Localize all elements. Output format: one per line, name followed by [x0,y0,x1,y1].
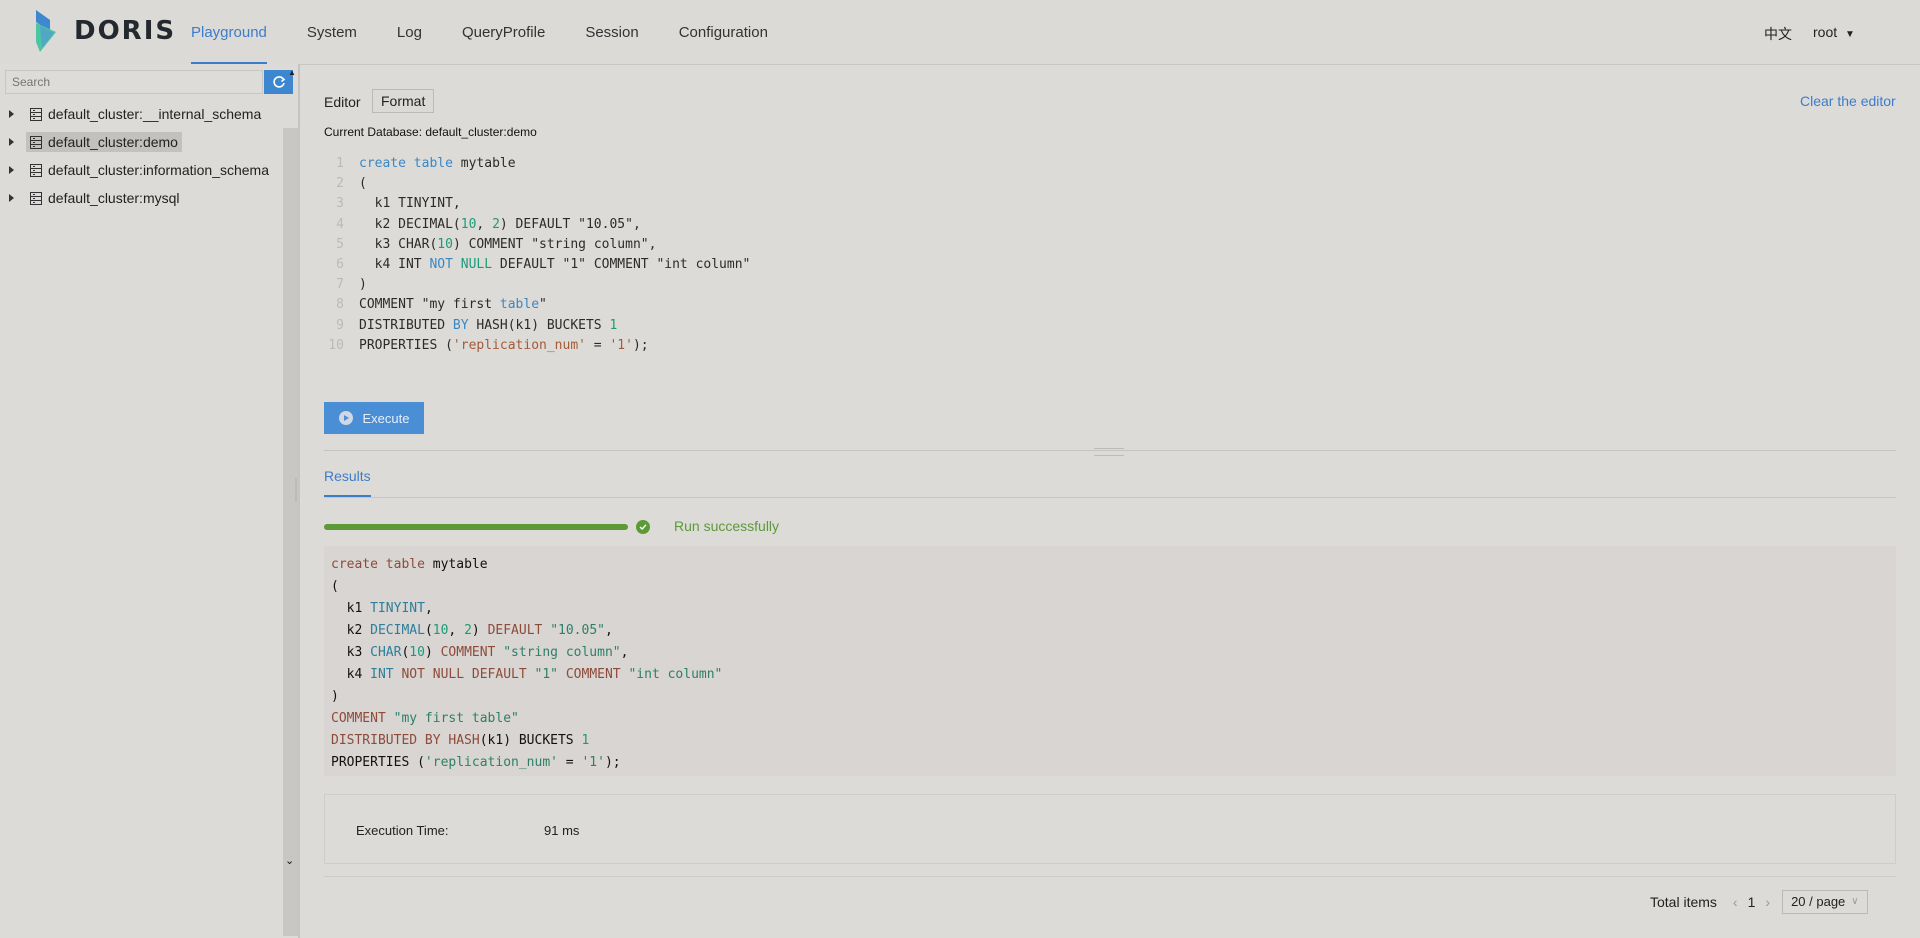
total-items-label: Total items [1650,894,1717,910]
scroll-up-icon[interactable]: ▲ [288,68,296,77]
code-line: 5 k3 CHAR(10) COMMENT "string column", [336,236,657,252]
code-line: 4 k2 DECIMAL(10, 2) DEFAULT "10.05", [336,216,641,232]
expand-caret-icon[interactable] [9,138,14,146]
format-button[interactable]: Format [372,89,435,113]
execution-time-label: Execution Time: [356,823,449,838]
execution-time-value: 91 ms [544,823,580,838]
tree-item-mysql[interactable]: default_cluster:mysql [0,184,283,212]
database-tree: default_cluster:__internal_schema defaul… [0,100,283,212]
refresh-icon [272,76,285,88]
nav-system[interactable]: System [307,0,357,64]
tree-item-information-schema[interactable]: default_cluster:information_schema [0,156,283,184]
sidebar-search [5,70,293,94]
user-name: root [1813,24,1838,40]
page-size-select[interactable]: 20 / page ∨ [1782,890,1868,914]
result-sql-output: create table mytable ( k1 TINYINT, k2 DE… [324,546,1896,776]
code-line: 9 DISTRIBUTED BY HASH(k1) BUCKETS 1 [336,317,618,333]
doris-logo[interactable]: DORIS [32,10,176,52]
tree-item-demo[interactable]: default_cluster:demo [0,128,283,156]
scroll-down-icon[interactable]: ⌄ [285,854,294,867]
code-line: 3 k1 TINYINT, [336,196,461,212]
logo-text: DORIS [74,16,177,46]
progress-fill [324,524,628,530]
results-tabs: Results [324,464,1896,498]
nav-session[interactable]: Session [585,0,638,64]
search-input[interactable] [5,70,263,94]
tree-item-internal-schema[interactable]: default_cluster:__internal_schema [0,100,283,128]
clear-editor-link[interactable]: Clear the editor [1800,93,1896,109]
current-database: Current Database: default_cluster:demo [324,125,537,139]
success-check-icon [636,520,650,534]
status-text: Run successfully [674,518,780,534]
editor-label: Editor [324,94,361,110]
main-nav: Playground System Log QueryProfile Sessi… [191,0,808,64]
tree-item-label: default_cluster:demo [48,134,178,150]
expand-caret-icon[interactable] [9,166,14,174]
expand-caret-icon[interactable] [9,110,14,118]
tree-item-label: default_cluster:mysql [48,190,180,206]
current-page[interactable]: 1 [1748,894,1756,910]
language-switch[interactable]: 中文 [1764,24,1792,44]
code-line: 1 create table mytable [336,156,516,171]
code-line: 6 k4 INT NOT NULL DEFAULT "1" COMMENT "i… [336,256,751,272]
doris-logo-icon [36,10,56,52]
nav-playground[interactable]: Playground [191,0,267,64]
database-icon [30,191,42,205]
code-line: 8 COMMENT "my first table" [336,297,547,313]
database-icon [30,107,42,121]
splitter-handle[interactable] [295,478,297,502]
code-line: 7) [336,277,367,293]
execute-label: Execute [362,410,410,426]
execute-button[interactable]: Execute [324,402,424,434]
chevron-down-icon: ∨ [1851,896,1859,907]
nav-queryprofile[interactable]: QueryProfile [462,0,545,64]
bottom-divider [324,876,1896,877]
top-navigation-bar: DORIS Playground System Log QueryProfile… [0,0,1920,65]
database-icon [30,135,42,149]
code-line: 10 PROPERTIES ('replication_num' = '1'); [328,337,649,353]
tab-results[interactable]: Results [324,464,371,497]
user-menu[interactable]: root ▼ [1813,24,1855,40]
page-size-value: 20 / page [1791,894,1846,909]
code-line: 2( [336,176,367,192]
nav-log[interactable]: Log [397,0,422,64]
execution-info-panel: Execution Time: 91 ms [324,794,1896,864]
prev-page-icon[interactable]: ‹ [1733,894,1738,910]
sidebar-scrollbar[interactable] [283,128,298,936]
play-icon [338,411,353,425]
database-sidebar: default_cluster:__internal_schema defaul… [0,64,298,938]
expand-caret-icon[interactable] [9,194,14,202]
database-icon [30,163,42,177]
pagination: Total items ‹ 1 › 20 / page ∨ [1650,890,1868,914]
playground-main: Editor Format Clear the editor Current D… [300,64,1920,938]
tree-item-label: default_cluster:information_schema [48,162,270,178]
caret-down-icon: ▼ [1845,29,1855,40]
sql-editor[interactable]: 1 create table mytable 2( 3 k1 TINYINT, 4… [324,154,750,356]
tree-item-label: default_cluster:__internal_schema [48,106,262,122]
progress-bar [324,524,628,530]
next-page-icon[interactable]: › [1765,894,1770,910]
resize-grip-icon[interactable] [1094,448,1124,456]
nav-configuration[interactable]: Configuration [679,0,768,64]
